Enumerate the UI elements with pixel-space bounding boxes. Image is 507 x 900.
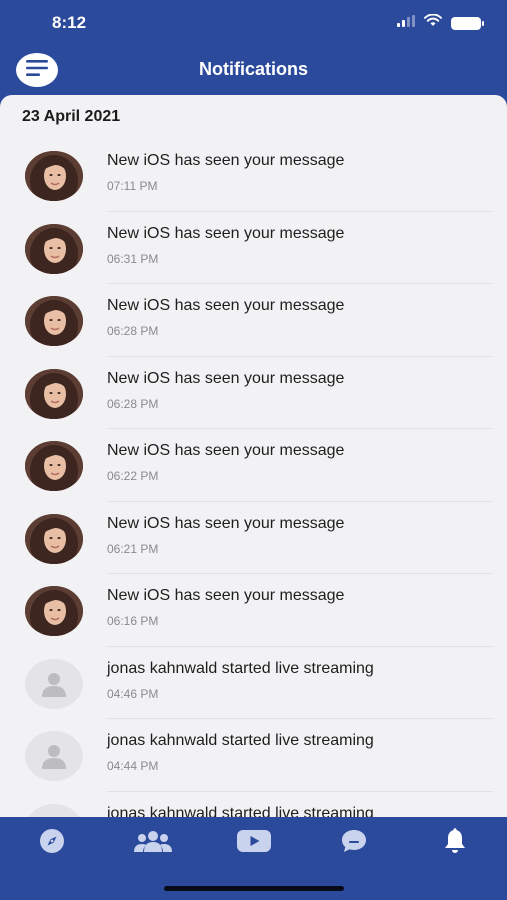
user-avatar [25,151,83,201]
default-avatar-icon [25,658,83,709]
notification-item[interactable]: New iOS has seen your message 07:11 PM [0,139,507,212]
user-avatar [25,586,83,636]
notification-item[interactable]: New iOS has seen your message 06:28 PM [0,284,507,357]
bell-icon [443,827,467,859]
home-indicator [164,886,344,891]
notification-text: jonas kahnwald started live streaming [107,804,374,818]
notification-list: New iOS has seen your message 07:11 PM New… [0,139,507,817]
notification-item[interactable]: jonas kahnwald started live streaming 04:… [0,647,507,720]
notification-text: New iOS has seen your message [107,587,345,604]
notification-time: 06:21 PM [107,541,159,556]
youtube-icon [237,829,271,857]
user-avatar [25,296,83,346]
tab-videos[interactable] [234,829,274,857]
page-title: Notifications [198,59,308,79]
notification-time: 06:16 PM [107,614,159,628]
notification-item[interactable]: jonas kahnwald started live streaming [0,792,507,818]
notification-item[interactable]: New iOS has seen your message 06:31 PM [0,212,507,285]
notification-text: New iOS has seen your message [107,152,345,169]
tab-chats[interactable] [334,829,374,857]
default-avatar-icon [25,731,83,781]
notification-time: 06:31 PM [107,251,159,266]
default-avatar-icon [25,803,83,817]
tab-notifications[interactable] [435,827,475,859]
notification-time: 04:46 PM [107,686,159,701]
notification-text: New iOS has seen your message [107,514,345,532]
wifi-icon [424,13,442,32]
notification-text: New iOS has seen your message [107,224,345,242]
user-avatar [25,223,83,274]
chat-icon [341,829,367,858]
notification-text: jonas kahnwald started live streaming [107,659,374,677]
notification-item[interactable]: New iOS has seen your message 06:21 PM [0,502,507,575]
notification-time: 06:22 PM [107,469,159,483]
status-time: 8:12 [52,13,87,32]
notification-item[interactable]: New iOS has seen your message 06:22 PM [0,429,507,502]
battery-icon [451,16,484,30]
group-icon [134,830,172,857]
notification-item[interactable]: New iOS has seen your message 06:28 PM [0,357,507,430]
user-avatar [25,441,83,491]
notification-text: jonas kahnwald started live streaming [107,732,374,749]
notification-text: New iOS has seen your message [107,297,345,314]
notification-time: 04:44 PM [107,759,159,773]
signal-icon [397,14,415,32]
notification-time: 06:28 PM [107,324,159,338]
notification-time: 06:28 PM [107,396,159,411]
tab-friends[interactable] [133,829,173,857]
header: Notifications [0,46,507,96]
user-avatar [25,513,83,564]
notification-item[interactable]: New iOS has seen your message 06:16 PM [0,574,507,647]
user-avatar [25,368,83,419]
tab-bar [0,817,507,900]
date-header: 23 April 2021 [22,108,121,125]
notification-item[interactable]: jonas kahnwald started live streaming 04:… [0,719,507,792]
status-icons [397,13,484,32]
tab-discover[interactable] [32,828,72,859]
notifications-panel: 23 April 2021 New iOS has seen your mess… [0,95,507,817]
notification-time: 07:11 PM [107,179,158,193]
compass-icon [39,828,65,859]
status-bar: 8:12 [0,0,507,46]
notification-text: New iOS has seen your message [107,442,345,459]
notification-text: New iOS has seen your message [107,369,345,387]
